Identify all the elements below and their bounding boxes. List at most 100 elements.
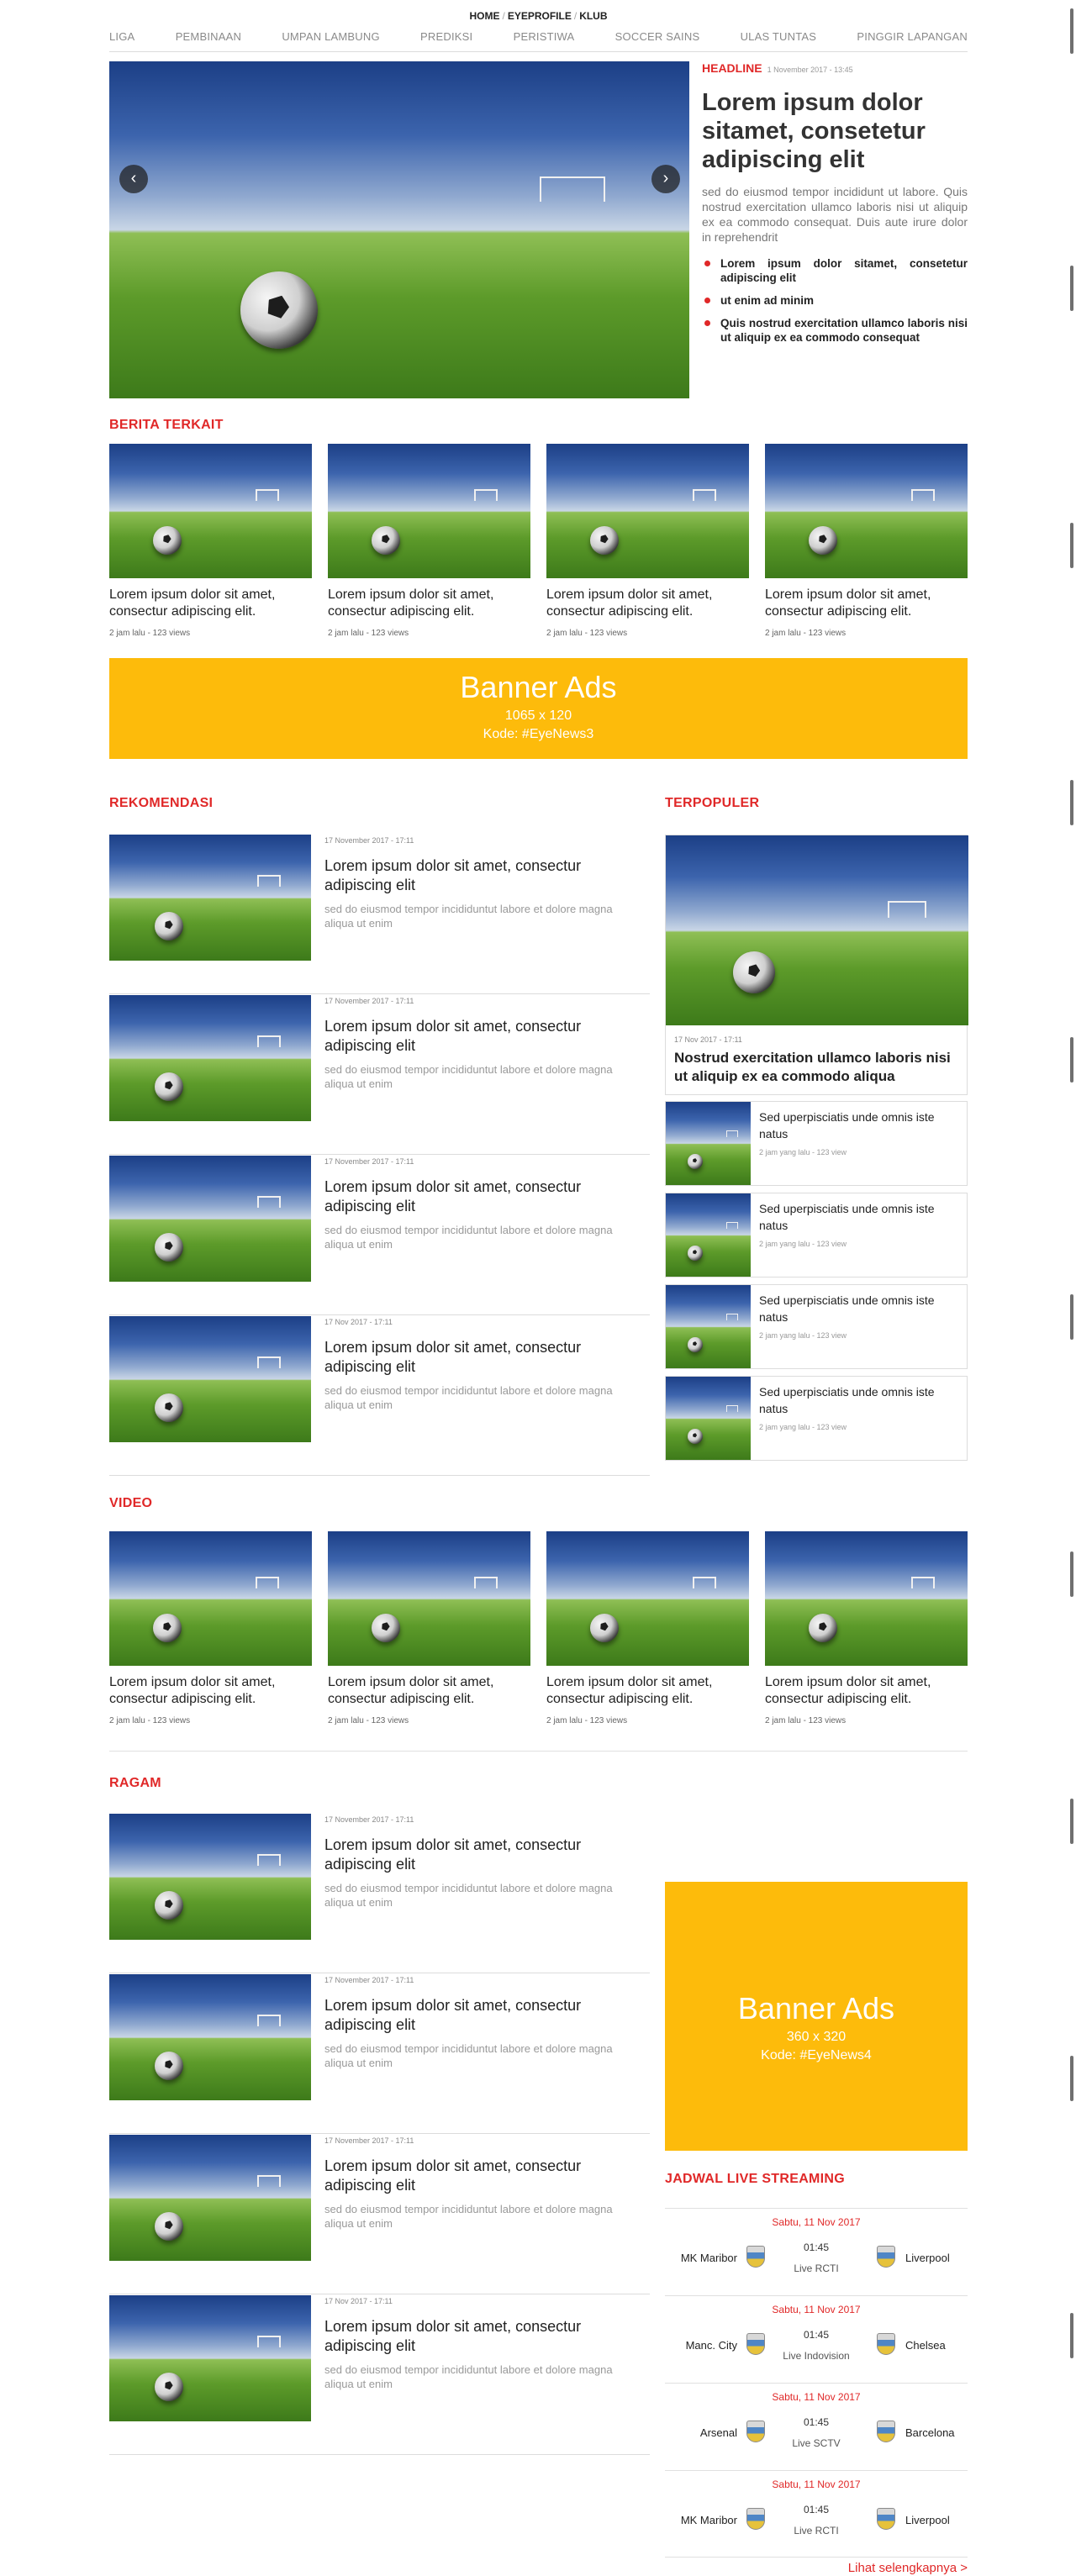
article-title[interactable]: Lorem ipsum dolor sit amet, consectur ad… <box>324 2157 641 2195</box>
article-title[interactable]: Lorem ipsum dolor sit amet, consectur ad… <box>324 2317 641 2356</box>
article-excerpt: sed do eiusmod tempor incididuntut labor… <box>324 1882 613 1909</box>
card-meta: 2 jam lalu - 123 views <box>765 1716 847 1725</box>
nav-item-peristiwa[interactable]: PERISTIWA <box>514 30 575 51</box>
card-meta: 2 jam lalu - 123 views <box>546 1716 628 1725</box>
see-more-link[interactable]: Lihat selengkapnya > <box>665 2561 968 2575</box>
scroll-indicator <box>1070 2056 1073 2101</box>
match-row[interactable]: Sabtu, 11 Nov 2017 01:45 Arsenal Barcelo… <box>665 2383 968 2470</box>
list-item[interactable]: 17 November 2017 - 17:11 Lorem ipsum dol… <box>109 1814 650 1973</box>
headline-slider-image[interactable] <box>109 61 689 398</box>
article-title[interactable]: Lorem ipsum dolor sit amet, consectur ad… <box>324 856 641 895</box>
list-item[interactable]: 17 November 2017 - 17:11 Lorem ipsum dol… <box>109 1156 650 1315</box>
banner-code: Kode: #EyeNews4 <box>761 2048 872 2062</box>
related-card[interactable]: Lorem ipsum dolor sit amet, consectur ad… <box>546 444 749 638</box>
article-thumbnail <box>109 835 311 961</box>
article-thumbnail <box>109 2295 311 2421</box>
banner-size: 1065 x 120 <box>504 709 572 723</box>
article-thumbnail <box>765 444 968 578</box>
article-date: 17 November 2017 - 17:11 <box>324 1815 414 1824</box>
goal-graphic <box>540 176 605 202</box>
headline-bullet[interactable]: Lorem ipsum dolor sitamet, consetetur ad… <box>702 256 968 285</box>
article-thumbnail <box>666 835 968 1025</box>
video-card[interactable]: Lorem ipsum dolor sit amet, consectur ad… <box>109 1531 312 1725</box>
article-date: 17 November 2017 - 17:11 <box>324 2136 414 2145</box>
nav-item-prediksi[interactable]: PREDIKSI <box>420 30 472 51</box>
nav-item-liga[interactable]: LIGA <box>109 30 134 51</box>
banner-ad-sidebar[interactable]: Banner Ads 360 x 320 Kode: #EyeNews4 <box>665 1882 968 2151</box>
popular-item[interactable]: Sed uperpisciatis unde omnis iste natus … <box>665 1101 968 1186</box>
article-title[interactable]: Lorem ipsum dolor sit amet, consectur ad… <box>324 1338 641 1377</box>
nav-item-pinggir-lapangan[interactable]: PINGGIR LAPANGAN <box>857 30 968 51</box>
video-thumbnail <box>765 1531 968 1666</box>
nav-item-soccer-sains[interactable]: SOCCER SAINS <box>615 30 700 51</box>
article-thumbnail <box>109 1814 311 1940</box>
nav-item-ulas-tuntas[interactable]: ULAS TUNTAS <box>741 30 817 51</box>
breadcrumb-home[interactable]: HOME <box>469 10 499 22</box>
slider-prev-button[interactable]: ‹ <box>119 165 148 193</box>
scroll-indicator <box>1070 2313 1073 2358</box>
list-item[interactable]: 17 November 2017 - 17:11 Lorem ipsum dol… <box>109 2135 650 2294</box>
video-card[interactable]: Lorem ipsum dolor sit amet, consectur ad… <box>328 1531 530 1725</box>
popular-item-meta: 2 jam yang lalu - 123 view <box>759 1148 847 1156</box>
banner-ad-top[interactable]: Banner Ads 1065 x 120 Kode: #EyeNews3 <box>109 658 968 759</box>
popular-item-title: Sed uperpisciatis unde omnis iste natus <box>759 1110 935 1140</box>
video-card[interactable]: Lorem ipsum dolor sit amet, consectur ad… <box>765 1531 968 1725</box>
popular-item-title: Sed uperpisciatis unde omnis iste natus <box>759 1202 935 1232</box>
nav-item-pembinaan[interactable]: PEMBINAAN <box>176 30 241 51</box>
article-excerpt: sed do eiusmod tempor incididuntut labor… <box>324 2363 613 2390</box>
card-title: Lorem ipsum dolor sit amet, consectur ad… <box>109 1675 276 1706</box>
article-date: 17 Nov 2017 - 17:11 <box>324 1318 393 1326</box>
headline-title[interactable]: Lorem ipsum dolor sitamet, consetetur ad… <box>702 88 968 174</box>
popular-item-title: Sed uperpisciatis unde omnis iste natus <box>759 1385 935 1415</box>
article-title[interactable]: Lorem ipsum dolor sit amet, consectur ad… <box>324 1177 641 1216</box>
list-item[interactable]: 17 November 2017 - 17:11 Lorem ipsum dol… <box>109 1974 650 2134</box>
related-card[interactable]: Lorem ipsum dolor sit amet, consectur ad… <box>328 444 530 638</box>
article-thumbnail <box>666 1377 751 1460</box>
list-item[interactable]: 17 November 2017 - 17:11 Lorem ipsum dol… <box>109 835 650 994</box>
headline-bullet[interactable]: ut enim ad minim <box>702 293 968 308</box>
related-card[interactable]: Lorem ipsum dolor sit amet, consectur ad… <box>109 444 312 638</box>
article-thumbnail <box>109 1316 311 1442</box>
list-item[interactable]: 17 Nov 2017 - 17:11 Lorem ipsum dolor si… <box>109 2295 650 2455</box>
slider-next-button[interactable]: › <box>651 165 680 193</box>
nav-item-umpan-lambung[interactable]: UMPAN LAMBUNG <box>282 30 379 51</box>
section-divider <box>109 1751 968 1752</box>
main-nav: LIGA PEMBINAAN UMPAN LAMBUNG PREDIKSI PE… <box>109 30 968 52</box>
banner-size: 360 x 320 <box>786 2030 847 2044</box>
popular-main-card[interactable]: 17 Nov 2017 - 17:11 Nostrud exercitation… <box>665 835 968 1095</box>
article-title[interactable]: Lorem ipsum dolor sit amet, consectur ad… <box>324 1836 641 1874</box>
article-title[interactable]: Lorem ipsum dolor sit amet, consectur ad… <box>324 1996 641 2035</box>
popular-item[interactable]: Sed uperpisciatis unde omnis iste natus … <box>665 1376 968 1461</box>
article-thumbnail <box>109 2135 311 2261</box>
list-item[interactable]: 17 Nov 2017 - 17:11 Lorem ipsum dolor si… <box>109 1316 650 1476</box>
breadcrumb-eyeprofile[interactable]: EYEPROFILE <box>508 10 572 22</box>
article-title[interactable]: Lorem ipsum dolor sit amet, consectur ad… <box>324 1017 641 1056</box>
article-thumbnail <box>109 444 312 578</box>
headline-bullet[interactable]: Quis nostrud exercitation ullamco labori… <box>702 316 968 345</box>
banner-title: Banner Ads <box>737 1991 895 2026</box>
match-row[interactable]: Sabtu, 11 Nov 2017 01:45 MK Maribor Live… <box>665 2470 968 2558</box>
card-meta: 2 jam lalu - 123 views <box>109 629 191 638</box>
article-excerpt: sed do eiusmod tempor incididuntut labor… <box>324 2042 613 2069</box>
card-meta: 2 jam lalu - 123 views <box>328 629 409 638</box>
match-row[interactable]: Sabtu, 11 Nov 2017 01:45 Manc. City Chel… <box>665 2295 968 2383</box>
video-card[interactable]: Lorem ipsum dolor sit amet, consectur ad… <box>546 1531 749 1725</box>
breadcrumb-klub[interactable]: KLUB <box>579 10 607 22</box>
related-card[interactable]: Lorem ipsum dolor sit amet, consectur ad… <box>765 444 968 638</box>
scroll-indicator <box>1070 266 1073 311</box>
match-row[interactable]: Sabtu, 11 Nov 2017 01:45 MK Maribor Live… <box>665 2208 968 2295</box>
article-thumbnail <box>666 1285 751 1368</box>
headline-panel: HEADLINE 1 November 2017 - 13:45 Lorem ip… <box>702 61 968 353</box>
headline-kicker: HEADLINE <box>702 61 762 75</box>
ball-graphic <box>240 271 318 349</box>
popular-item[interactable]: Sed uperpisciatis unde omnis iste natus … <box>665 1284 968 1369</box>
breadcrumb-separator: / <box>502 10 505 22</box>
scroll-indicator <box>1070 523 1073 568</box>
section-title-ragam: RAGAM <box>109 1776 161 1790</box>
list-item[interactable]: 17 November 2017 - 17:11 Lorem ipsum dol… <box>109 995 650 1155</box>
popular-item[interactable]: Sed uperpisciatis unde omnis iste natus … <box>665 1193 968 1277</box>
scroll-indicator <box>1070 8 1073 54</box>
article-thumbnail <box>666 1102 751 1185</box>
article-date: 17 November 2017 - 17:11 <box>324 836 414 845</box>
article-excerpt: sed do eiusmod tempor incididuntut labor… <box>324 2203 613 2230</box>
